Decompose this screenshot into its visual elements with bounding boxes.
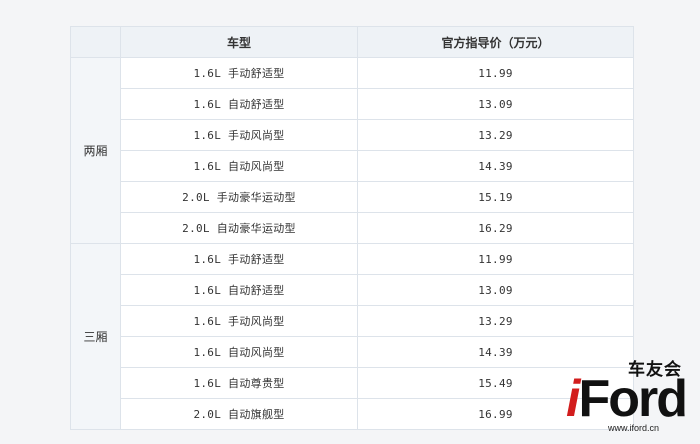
- iford-watermark-logo: 车友会 iFord www.iford.cn: [560, 355, 700, 444]
- price-cell: 16.29: [357, 212, 634, 244]
- table-row: 1.6L 手动风尚型 13.29: [71, 305, 634, 337]
- table-row: 1.6L 手动风尚型 13.29: [71, 119, 634, 151]
- table-row: 1.6L 自动风尚型 14.39: [71, 150, 634, 182]
- model-cell: 2.0L 自动旗舰型: [120, 398, 358, 430]
- logo-url: www.iford.cn: [608, 423, 660, 433]
- logo-wordmark: iFord: [566, 369, 688, 429]
- model-cell: 2.0L 自动豪华运动型: [120, 212, 358, 244]
- price-cell: 13.09: [357, 274, 634, 306]
- table-row: 1.6L 自动舒适型 13.09: [71, 274, 634, 306]
- logo-i: i: [566, 370, 581, 428]
- header-group: [70, 26, 121, 58]
- price-cell: 13.29: [357, 305, 634, 337]
- price-cell: 13.29: [357, 119, 634, 151]
- model-cell: 1.6L 自动风尚型: [120, 336, 358, 368]
- price-cell: 15.19: [357, 181, 634, 213]
- header-model: 车型: [120, 26, 358, 58]
- table-row: 2.0L 自动豪华运动型 16.29: [71, 212, 634, 244]
- table-row: 2.0L 自动旗舰型 16.99: [71, 398, 634, 430]
- model-cell: 1.6L 手动舒适型: [120, 57, 358, 89]
- group-label-hatchback: 两厢: [70, 57, 121, 244]
- model-cell: 1.6L 自动风尚型: [120, 150, 358, 182]
- group-label-sedan: 三厢: [70, 243, 121, 430]
- table-row: 2.0L 手动豪华运动型 15.19: [71, 181, 634, 213]
- model-cell: 1.6L 自动舒适型: [120, 274, 358, 306]
- table-row: 三厢 1.6L 手动舒适型 11.99: [70, 243, 634, 430]
- table-header-row: 车型 官方指导价（万元）: [70, 26, 634, 58]
- table-row: 1.6L 自动尊贵型 15.49: [71, 367, 634, 399]
- model-cell: 1.6L 自动舒适型: [120, 88, 358, 120]
- table-row: 两厢 1.6L 手动舒适型 11.99: [70, 57, 634, 244]
- model-cell: 1.6L 手动风尚型: [120, 119, 358, 151]
- model-cell: 1.6L 手动舒适型: [120, 243, 358, 275]
- price-table: 车型 官方指导价（万元） 两厢 1.6L 手动舒适型 11.99 1.6L 自动…: [70, 26, 634, 430]
- header-price: 官方指导价（万元）: [357, 26, 634, 58]
- model-cell: 1.6L 自动尊贵型: [120, 367, 358, 399]
- model-cell: 2.0L 手动豪华运动型: [120, 181, 358, 213]
- table-row: 1.6L 自动舒适型 13.09: [71, 88, 634, 120]
- model-cell: 1.6L 手动风尚型: [120, 305, 358, 337]
- table-row: 1.6L 自动风尚型 14.39: [71, 336, 634, 368]
- price-cell: 14.39: [357, 150, 634, 182]
- price-cell: 11.99: [357, 57, 634, 89]
- price-cell: 11.99: [357, 243, 634, 275]
- price-cell: 13.09: [357, 88, 634, 120]
- logo-ford: Ford: [578, 370, 688, 428]
